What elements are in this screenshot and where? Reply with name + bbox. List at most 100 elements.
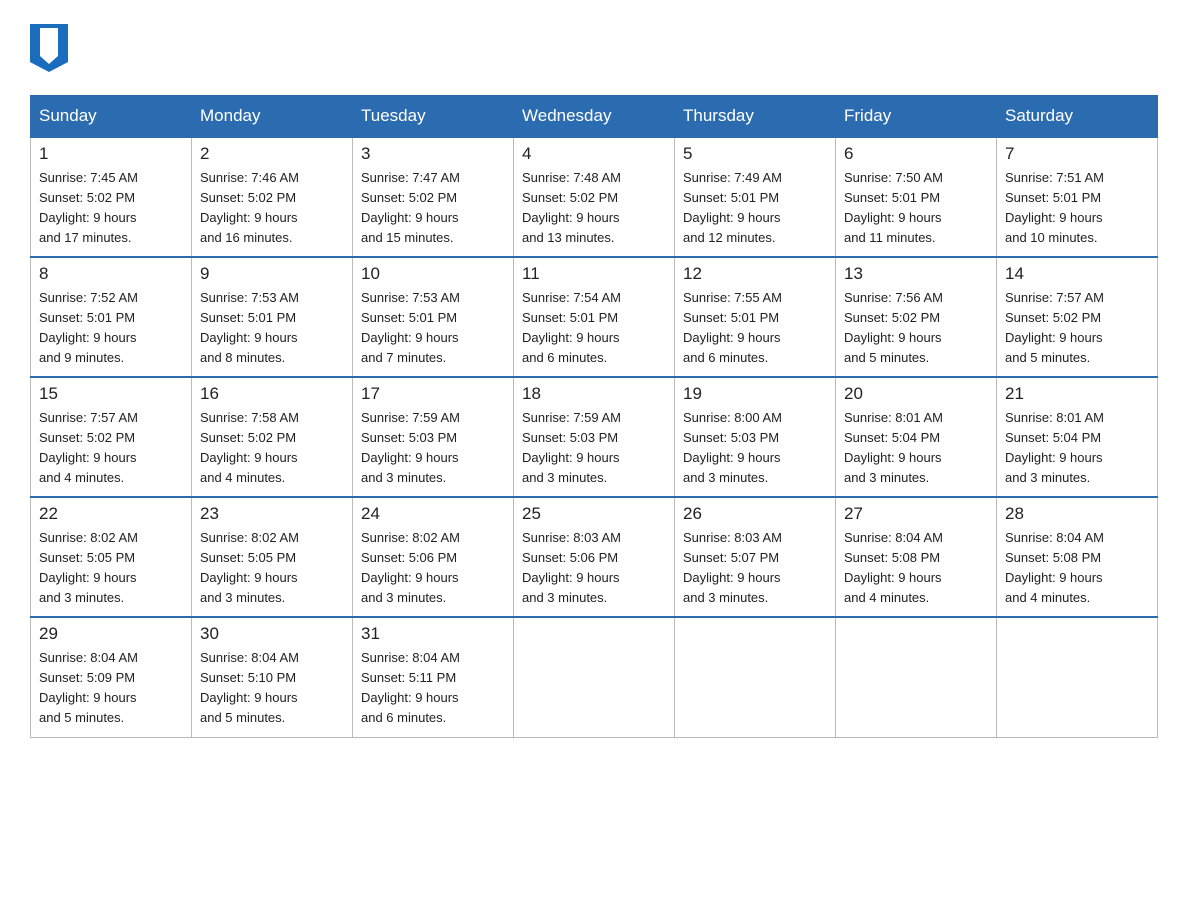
day-number: 7: [1005, 144, 1149, 164]
calendar-cell: 10 Sunrise: 7:53 AMSunset: 5:01 PMDayligh…: [353, 257, 514, 377]
calendar-cell: 14 Sunrise: 7:57 AMSunset: 5:02 PMDayligh…: [997, 257, 1158, 377]
day-number: 2: [200, 144, 344, 164]
day-number: 24: [361, 504, 505, 524]
day-info: Sunrise: 8:01 AMSunset: 5:04 PMDaylight:…: [844, 408, 988, 489]
calendar-cell: 24 Sunrise: 8:02 AMSunset: 5:06 PMDayligh…: [353, 497, 514, 617]
day-number: 21: [1005, 384, 1149, 404]
day-header-friday: Friday: [836, 96, 997, 138]
week-row-2: 8 Sunrise: 7:52 AMSunset: 5:01 PMDaylight…: [31, 257, 1158, 377]
day-info: Sunrise: 7:57 AMSunset: 5:02 PMDaylight:…: [39, 408, 183, 489]
day-number: 18: [522, 384, 666, 404]
calendar-cell: 18 Sunrise: 7:59 AMSunset: 5:03 PMDayligh…: [514, 377, 675, 497]
day-info: Sunrise: 7:49 AMSunset: 5:01 PMDaylight:…: [683, 168, 827, 249]
day-info: Sunrise: 7:56 AMSunset: 5:02 PMDaylight:…: [844, 288, 988, 369]
day-number: 25: [522, 504, 666, 524]
day-number: 14: [1005, 264, 1149, 284]
calendar-cell: 5 Sunrise: 7:49 AMSunset: 5:01 PMDaylight…: [675, 137, 836, 257]
day-info: Sunrise: 7:46 AMSunset: 5:02 PMDaylight:…: [200, 168, 344, 249]
day-header-thursday: Thursday: [675, 96, 836, 138]
page-header: [30, 20, 1158, 77]
day-info: Sunrise: 7:52 AMSunset: 5:01 PMDaylight:…: [39, 288, 183, 369]
day-info: Sunrise: 7:57 AMSunset: 5:02 PMDaylight:…: [1005, 288, 1149, 369]
day-number: 3: [361, 144, 505, 164]
day-number: 22: [39, 504, 183, 524]
day-info: Sunrise: 7:48 AMSunset: 5:02 PMDaylight:…: [522, 168, 666, 249]
day-info: Sunrise: 8:02 AMSunset: 5:06 PMDaylight:…: [361, 528, 505, 609]
day-number: 16: [200, 384, 344, 404]
calendar-cell: 26Sunrise: 8:03 AMSunset: 5:07 PMDayligh…: [675, 497, 836, 617]
day-info: Sunrise: 8:02 AMSunset: 5:05 PMDaylight:…: [200, 528, 344, 609]
day-header-monday: Monday: [192, 96, 353, 138]
calendar-cell: 25 Sunrise: 8:03 AMSunset: 5:06 PMDayligh…: [514, 497, 675, 617]
day-info: Sunrise: 7:53 AMSunset: 5:01 PMDaylight:…: [200, 288, 344, 369]
day-info: Sunrise: 7:58 AMSunset: 5:02 PMDaylight:…: [200, 408, 344, 489]
calendar-table: SundayMondayTuesdayWednesdayThursdayFrid…: [30, 95, 1158, 738]
calendar-cell: 13Sunrise: 7:56 AMSunset: 5:02 PMDayligh…: [836, 257, 997, 377]
calendar-cell: 19Sunrise: 8:00 AMSunset: 5:03 PMDayligh…: [675, 377, 836, 497]
calendar-cell: 17 Sunrise: 7:59 AMSunset: 5:03 PMDayligh…: [353, 377, 514, 497]
calendar-cell: 9 Sunrise: 7:53 AMSunset: 5:01 PMDaylight…: [192, 257, 353, 377]
calendar-cell: 28 Sunrise: 8:04 AMSunset: 5:08 PMDayligh…: [997, 497, 1158, 617]
week-row-1: 1 Sunrise: 7:45 AMSunset: 5:02 PMDaylight…: [31, 137, 1158, 257]
day-number: 20: [844, 384, 988, 404]
day-info: Sunrise: 8:00 AMSunset: 5:03 PMDaylight:…: [683, 408, 827, 489]
day-header-tuesday: Tuesday: [353, 96, 514, 138]
day-number: 10: [361, 264, 505, 284]
calendar-cell: 7Sunrise: 7:51 AMSunset: 5:01 PMDaylight…: [997, 137, 1158, 257]
day-number: 17: [361, 384, 505, 404]
day-info: Sunrise: 7:59 AMSunset: 5:03 PMDaylight:…: [361, 408, 505, 489]
calendar-cell: 21 Sunrise: 8:01 AMSunset: 5:04 PMDayligh…: [997, 377, 1158, 497]
day-number: 23: [200, 504, 344, 524]
day-info: Sunrise: 7:53 AMSunset: 5:01 PMDaylight:…: [361, 288, 505, 369]
day-number: 6: [844, 144, 988, 164]
day-number: 5: [683, 144, 827, 164]
logo-icon: [30, 24, 68, 77]
day-header-saturday: Saturday: [997, 96, 1158, 138]
day-info: Sunrise: 7:45 AMSunset: 5:02 PMDaylight:…: [39, 168, 183, 249]
day-info: Sunrise: 8:04 AMSunset: 5:11 PMDaylight:…: [361, 648, 505, 729]
week-row-5: 29Sunrise: 8:04 AMSunset: 5:09 PMDayligh…: [31, 617, 1158, 737]
day-number: 30: [200, 624, 344, 644]
calendar-cell: 29Sunrise: 8:04 AMSunset: 5:09 PMDayligh…: [31, 617, 192, 737]
day-number: 1: [39, 144, 183, 164]
day-number: 28: [1005, 504, 1149, 524]
calendar-cell: 8 Sunrise: 7:52 AMSunset: 5:01 PMDaylight…: [31, 257, 192, 377]
day-number: 8: [39, 264, 183, 284]
calendar-cell: [997, 617, 1158, 737]
day-info: Sunrise: 7:47 AMSunset: 5:02 PMDaylight:…: [361, 168, 505, 249]
calendar-cell: 1 Sunrise: 7:45 AMSunset: 5:02 PMDaylight…: [31, 137, 192, 257]
day-info: Sunrise: 8:03 AMSunset: 5:07 PMDaylight:…: [683, 528, 827, 609]
calendar-cell: 6 Sunrise: 7:50 AMSunset: 5:01 PMDaylight…: [836, 137, 997, 257]
calendar-cell: 27Sunrise: 8:04 AMSunset: 5:08 PMDayligh…: [836, 497, 997, 617]
day-number: 29: [39, 624, 183, 644]
day-info: Sunrise: 7:55 AMSunset: 5:01 PMDaylight:…: [683, 288, 827, 369]
calendar-cell: 12Sunrise: 7:55 AMSunset: 5:01 PMDayligh…: [675, 257, 836, 377]
day-info: Sunrise: 8:02 AMSunset: 5:05 PMDaylight:…: [39, 528, 183, 609]
calendar-cell: 20 Sunrise: 8:01 AMSunset: 5:04 PMDayligh…: [836, 377, 997, 497]
calendar-cell: 2 Sunrise: 7:46 AMSunset: 5:02 PMDaylight…: [192, 137, 353, 257]
day-number: 15: [39, 384, 183, 404]
calendar-cell: [675, 617, 836, 737]
day-info: Sunrise: 8:04 AMSunset: 5:08 PMDaylight:…: [1005, 528, 1149, 609]
calendar-cell: 3 Sunrise: 7:47 AMSunset: 5:02 PMDaylight…: [353, 137, 514, 257]
calendar-cell: [514, 617, 675, 737]
calendar-cell: 22 Sunrise: 8:02 AMSunset: 5:05 PMDayligh…: [31, 497, 192, 617]
day-info: Sunrise: 8:01 AMSunset: 5:04 PMDaylight:…: [1005, 408, 1149, 489]
day-header-sunday: Sunday: [31, 96, 192, 138]
day-header-wednesday: Wednesday: [514, 96, 675, 138]
day-info: Sunrise: 7:54 AMSunset: 5:01 PMDaylight:…: [522, 288, 666, 369]
calendar-cell: 4Sunrise: 7:48 AMSunset: 5:02 PMDaylight…: [514, 137, 675, 257]
day-number: 31: [361, 624, 505, 644]
calendar-cell: 16 Sunrise: 7:58 AMSunset: 5:02 PMDayligh…: [192, 377, 353, 497]
week-row-4: 22 Sunrise: 8:02 AMSunset: 5:05 PMDayligh…: [31, 497, 1158, 617]
calendar-cell: 31 Sunrise: 8:04 AMSunset: 5:11 PMDayligh…: [353, 617, 514, 737]
day-info: Sunrise: 8:04 AMSunset: 5:10 PMDaylight:…: [200, 648, 344, 729]
day-info: Sunrise: 7:59 AMSunset: 5:03 PMDaylight:…: [522, 408, 666, 489]
day-info: Sunrise: 8:03 AMSunset: 5:06 PMDaylight:…: [522, 528, 666, 609]
day-info: Sunrise: 7:50 AMSunset: 5:01 PMDaylight:…: [844, 168, 988, 249]
day-number: 9: [200, 264, 344, 284]
day-info: Sunrise: 8:04 AMSunset: 5:08 PMDaylight:…: [844, 528, 988, 609]
day-number: 11: [522, 264, 666, 284]
calendar-cell: 11 Sunrise: 7:54 AMSunset: 5:01 PMDayligh…: [514, 257, 675, 377]
calendar-cell: 23 Sunrise: 8:02 AMSunset: 5:05 PMDayligh…: [192, 497, 353, 617]
